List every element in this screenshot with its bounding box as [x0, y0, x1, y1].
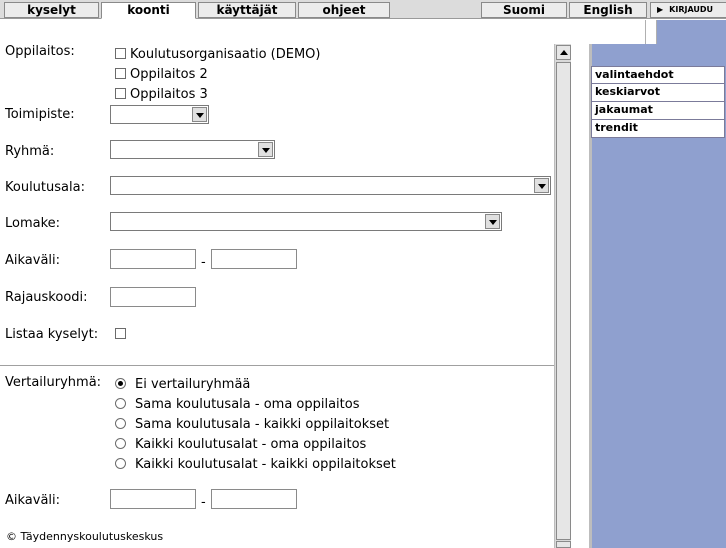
play-triangle-icon: ▶	[657, 5, 664, 14]
tab-koonti[interactable]: koonti	[101, 2, 196, 19]
footer-copyright: © Täydennyskoulutuskeskus	[6, 530, 164, 543]
aikavali-start-input[interactable]	[110, 249, 196, 269]
vertailu-radio-5[interactable]	[115, 458, 126, 469]
chevron-down-icon[interactable]	[192, 107, 207, 122]
vertailu-option-2: Sama koulutusala - oma oppilaitos	[135, 397, 360, 412]
scroll-up-arrow-icon[interactable]	[556, 45, 571, 60]
koulutusala-select[interactable]	[110, 176, 551, 195]
aikavali2-end-input[interactable]	[211, 489, 297, 509]
lang-suomi-button[interactable]: Suomi	[481, 2, 567, 18]
side-menu-jakaumat[interactable]: jakaumat	[591, 102, 725, 120]
lomake-label: Lomake:	[5, 216, 61, 231]
listaa-kyselyt-label: Listaa kyselyt:	[5, 327, 99, 342]
side-gap	[575, 20, 589, 548]
toimipiste-label: Toimipiste:	[5, 107, 75, 122]
tab-kayttajat[interactable]: käyttäjät	[198, 2, 296, 18]
tab-kyselyt[interactable]: kyselyt	[4, 2, 99, 18]
ryhma-select[interactable]	[110, 140, 275, 159]
toimipiste-select[interactable]	[110, 105, 209, 124]
top-nav: kyselyt koonti käyttäjät ohjeet Suomi En…	[0, 0, 726, 19]
lang-english-button[interactable]: English	[569, 2, 647, 18]
aikavali2-label: Aikaväli:	[5, 493, 61, 508]
vertailu-radio-1[interactable]	[115, 378, 126, 389]
login-label: KIRJAUDU	[669, 5, 714, 14]
vertailu-option-5: Kaikki koulutusalat - kaikki oppilaitoks…	[135, 457, 396, 472]
side-menu-trendit[interactable]: trendit	[591, 120, 725, 138]
vertailu-option-3: Sama koulutusala - kaikki oppilaitokset	[135, 417, 390, 432]
side-menu-valintaehdot[interactable]: valintaehdot	[591, 66, 725, 84]
vertailuryhma-label: Vertailuryhmä:	[5, 375, 102, 390]
side-menu-keskiarvot[interactable]: keskiarvot	[591, 84, 725, 102]
aikavali2-dash: -	[201, 495, 206, 510]
chevron-down-icon[interactable]	[485, 214, 500, 229]
aikavali2-start-input[interactable]	[110, 489, 196, 509]
vertailu-radio-2[interactable]	[115, 398, 126, 409]
oppilaitos-checkbox-3[interactable]	[115, 88, 126, 99]
vertical-scrollbar[interactable]	[554, 44, 571, 548]
koulutusala-label: Koulutusala:	[5, 180, 85, 195]
vertailu-radio-4[interactable]	[115, 438, 126, 449]
rajauskoodi-label: Rajauskoodi:	[5, 290, 88, 305]
oppilaitos-option-2: Oppilaitos 2	[130, 67, 208, 82]
side-panel: valintaehdot keskiarvot jakaumat trendit	[575, 20, 726, 548]
chevron-down-icon[interactable]	[534, 178, 549, 193]
oppilaitos-checkbox-1[interactable]	[115, 48, 126, 59]
main-panel: Oppilaitos: Koulutusorganisaatio (DEMO) …	[0, 20, 575, 548]
oppilaitos-label: Oppilaitos:	[5, 44, 75, 59]
aikavali-dash: -	[201, 255, 206, 270]
vertailu-option-4: Kaikki koulutusalat - oma oppilaitos	[135, 437, 367, 452]
login-button[interactable]: ▶ KIRJAUDU	[650, 2, 726, 18]
lomake-select[interactable]	[110, 212, 502, 231]
listaa-kyselyt-checkbox[interactable]	[115, 328, 126, 339]
side-top-white	[575, 20, 645, 44]
side-top-strip	[645, 20, 657, 44]
scroll-down-arrow-icon[interactable]	[556, 541, 571, 548]
side-menu: valintaehdot keskiarvot jakaumat trendit	[591, 66, 725, 138]
oppilaitos-option-3: Oppilaitos 3	[130, 87, 208, 102]
vertailu-radio-3[interactable]	[115, 418, 126, 429]
chevron-down-icon[interactable]	[258, 142, 273, 157]
vertailu-option-1: Ei vertailuryhmää	[135, 377, 251, 392]
aikavali-end-input[interactable]	[211, 249, 297, 269]
oppilaitos-option-1: Koulutusorganisaatio (DEMO)	[130, 47, 321, 62]
oppilaitos-checkbox-2[interactable]	[115, 68, 126, 79]
divider	[0, 365, 554, 366]
aikavali-label: Aikaväli:	[5, 253, 61, 268]
tab-ohjeet[interactable]: ohjeet	[298, 2, 390, 18]
scrollbar-thumb[interactable]	[556, 62, 571, 540]
rajauskoodi-input[interactable]	[110, 287, 196, 307]
ryhma-label: Ryhmä:	[5, 144, 55, 159]
